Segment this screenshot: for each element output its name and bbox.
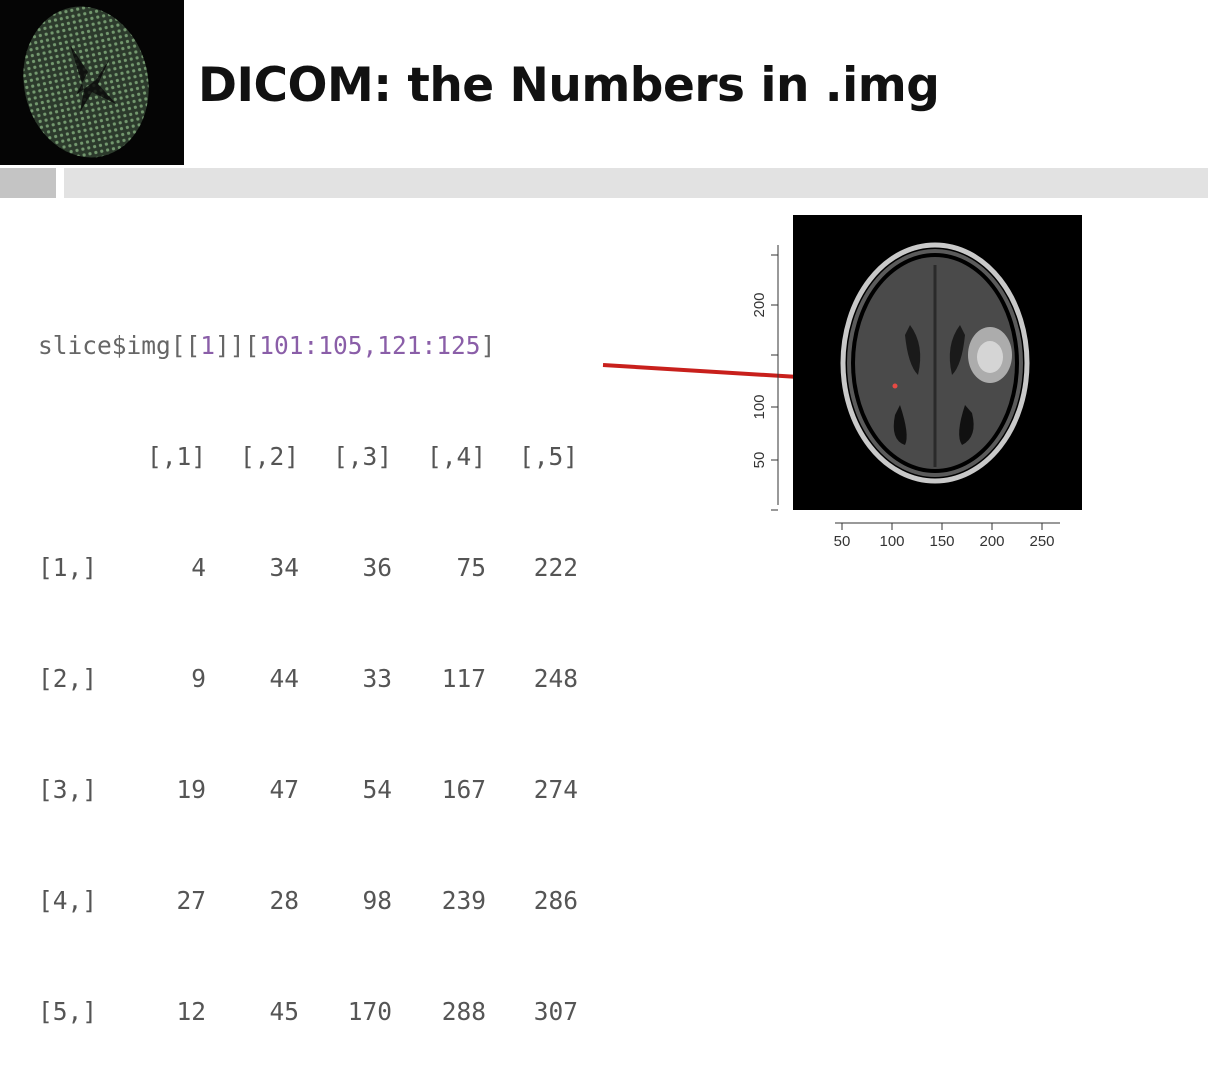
header-band (0, 168, 1208, 198)
brain-thumbnail-image (0, 0, 184, 165)
x-tick-label: 50 (834, 533, 851, 550)
r-console-output: slice$img[[1]][101:105,121:125] [,1] [,2… (38, 253, 578, 1067)
matrix-cell: 4 (191, 553, 206, 582)
matrix-cell: 117 (441, 664, 486, 693)
matrix-cell: 34 (269, 553, 299, 582)
matrix-cell: 248 (533, 664, 578, 693)
mri-slice-plot: 50 100 150 200 250 50 100 200 (751, 215, 1082, 550)
command-mid: ]][ (215, 331, 260, 360)
matrix-cell: 286 (533, 886, 578, 915)
matrix-cell: 170 (347, 997, 392, 1026)
y-tick-label: 50 (751, 452, 768, 469)
header-band-accent (0, 168, 56, 198)
matrix-cell: 288 (441, 997, 486, 1026)
y-tick-label: 100 (751, 394, 768, 419)
matrix-cell: 167 (441, 775, 486, 804)
matrix-cell: 33 (362, 664, 392, 693)
command-index: 1 (200, 331, 216, 360)
matrix-cell: 9 (191, 664, 206, 693)
command-suffix: ] (480, 331, 496, 360)
matrix-cell: 307 (533, 997, 578, 1026)
matrix-cell: 28 (269, 886, 299, 915)
matrix-row: [5,] 12 45 170 288 307 (38, 993, 578, 1030)
matrix-cell: 222 (533, 553, 578, 582)
matrix-cell: 54 (362, 775, 392, 804)
col-header: [,1] (146, 442, 206, 471)
y-axis-ticks: 50 100 200 (751, 254, 778, 511)
matrix-cell: 36 (362, 553, 392, 582)
slide-title: DICOM: the Numbers in .img (198, 58, 940, 113)
row-label: [5,] (38, 997, 98, 1026)
matrix-row: [3,] 19 47 54 167 274 (38, 771, 578, 808)
col-header: [,4] (426, 442, 486, 471)
matrix-cell: 75 (456, 553, 486, 582)
x-tick-label: 150 (929, 533, 954, 550)
matrix-header-row: [,1] [,2] [,3] [,4] [,5] (38, 438, 578, 475)
row-label: [4,] (38, 886, 98, 915)
matrix-row: [2,] 9 44 33 117 248 (38, 660, 578, 697)
col-header: [,5] (518, 442, 578, 471)
matrix-cell: 44 (269, 664, 299, 693)
matrix-cell: 47 (269, 775, 299, 804)
matrix-row: [1,] 4 34 36 75 222 (38, 549, 578, 586)
matrix-cell: 12 (176, 997, 206, 1026)
matrix-cell: 239 (441, 886, 486, 915)
x-tick-label: 250 (1029, 533, 1054, 550)
r-command-line: slice$img[[1]][101:105,121:125] (38, 327, 578, 364)
command-range: 101:105,121:125 (259, 331, 481, 360)
x-axis-ticks: 50 100 150 200 250 (834, 523, 1055, 550)
x-tick-label: 200 (979, 533, 1004, 550)
matrix-cell: 19 (176, 775, 206, 804)
matrix-cell: 98 (362, 886, 392, 915)
col-header: [,2] (239, 442, 299, 471)
header-band-gap (56, 168, 64, 198)
brain-slice-image (840, 242, 1030, 484)
brain-thumbnail-graphic (23, 6, 149, 158)
matrix-cell: 45 (269, 997, 299, 1026)
row-label: [1,] (38, 553, 98, 582)
matrix-row: [4,] 27 28 98 239 286 (38, 882, 578, 919)
command-prefix: slice$img[[ (38, 331, 201, 360)
y-tick-label: 200 (751, 292, 768, 317)
row-label: [3,] (38, 775, 98, 804)
x-tick-label: 100 (879, 533, 904, 550)
col-header: [,3] (332, 442, 392, 471)
matrix-cell: 274 (533, 775, 578, 804)
matrix-cell: 27 (176, 886, 206, 915)
row-label: [2,] (38, 664, 98, 693)
